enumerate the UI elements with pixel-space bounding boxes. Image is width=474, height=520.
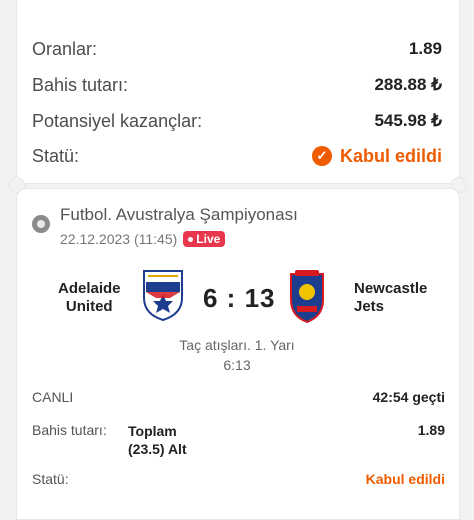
football-icon xyxy=(32,215,50,233)
live-badge: Live xyxy=(183,231,226,247)
check-icon: ✓ xyxy=(311,146,332,166)
stake-row: Bahis tutarı: 288.88 ₺ xyxy=(32,73,442,97)
away-team-name: Newcastle Jets xyxy=(354,280,428,315)
bet-status-label: Statü: xyxy=(32,471,69,487)
bet-status-value: Kabul edildi xyxy=(365,471,445,487)
stake-value: 288.88 ₺ xyxy=(374,75,442,94)
elapsed-time: 42:54 geçti xyxy=(372,389,445,405)
adelaide-united-logo xyxy=(143,270,183,322)
live-row: CANLI 42:54 geçti xyxy=(32,389,445,405)
potential-winnings-value: 545.98 ₺ xyxy=(374,111,442,130)
potential-winnings-label: Potansiyel kazançlar: xyxy=(32,110,203,131)
newcastle-jets-logo xyxy=(290,270,324,324)
market-name: Taç atışları. 1. Yarı xyxy=(179,337,295,353)
status-badge: ✓ Kabul edildi xyxy=(311,145,442,167)
bet-selection: Toplam (23.5) Alt xyxy=(128,423,187,457)
match-score: 6 : 13 xyxy=(203,283,276,313)
bet-row: Bahis tutarı: Toplam (23.5) Alt 1.89 xyxy=(32,422,445,457)
league-name: Futbol. Avustralya Şampiyonası xyxy=(60,205,298,224)
odds-value: 1.89 xyxy=(408,39,442,58)
match-datetime: 22.12.2023 (11:45) xyxy=(60,231,178,247)
match-datetime-row: 22.12.2023 (11:45) Live xyxy=(60,231,298,247)
league-header: Futbol. Avustralya Şampiyonası 22.12.202… xyxy=(32,205,298,247)
status-label: Statü: xyxy=(32,145,80,166)
bet-status-row: Statü: Kabul edildi xyxy=(32,471,445,487)
bet-odds: 1.89 xyxy=(417,422,445,438)
status-row: Statü: ✓ Kabul edildi xyxy=(32,144,442,168)
potential-winnings-row: Potansiyel kazançlar: 545.98 ₺ xyxy=(32,109,442,133)
odds-row: Oranlar: 1.89 xyxy=(32,37,442,61)
odds-label: Oranlar: xyxy=(32,38,98,59)
stake-label: Bahis tutarı: xyxy=(32,74,129,95)
live-label: CANLI xyxy=(32,389,74,405)
status-value: Kabul edildi xyxy=(339,145,442,166)
live-badge-label: Live xyxy=(196,232,221,246)
live-dot-icon xyxy=(188,236,194,242)
home-team-name: Adelaide United xyxy=(58,280,121,315)
sub-score: 6:13 xyxy=(223,357,251,373)
bet-stake-label: Bahis tutarı: xyxy=(32,422,107,438)
